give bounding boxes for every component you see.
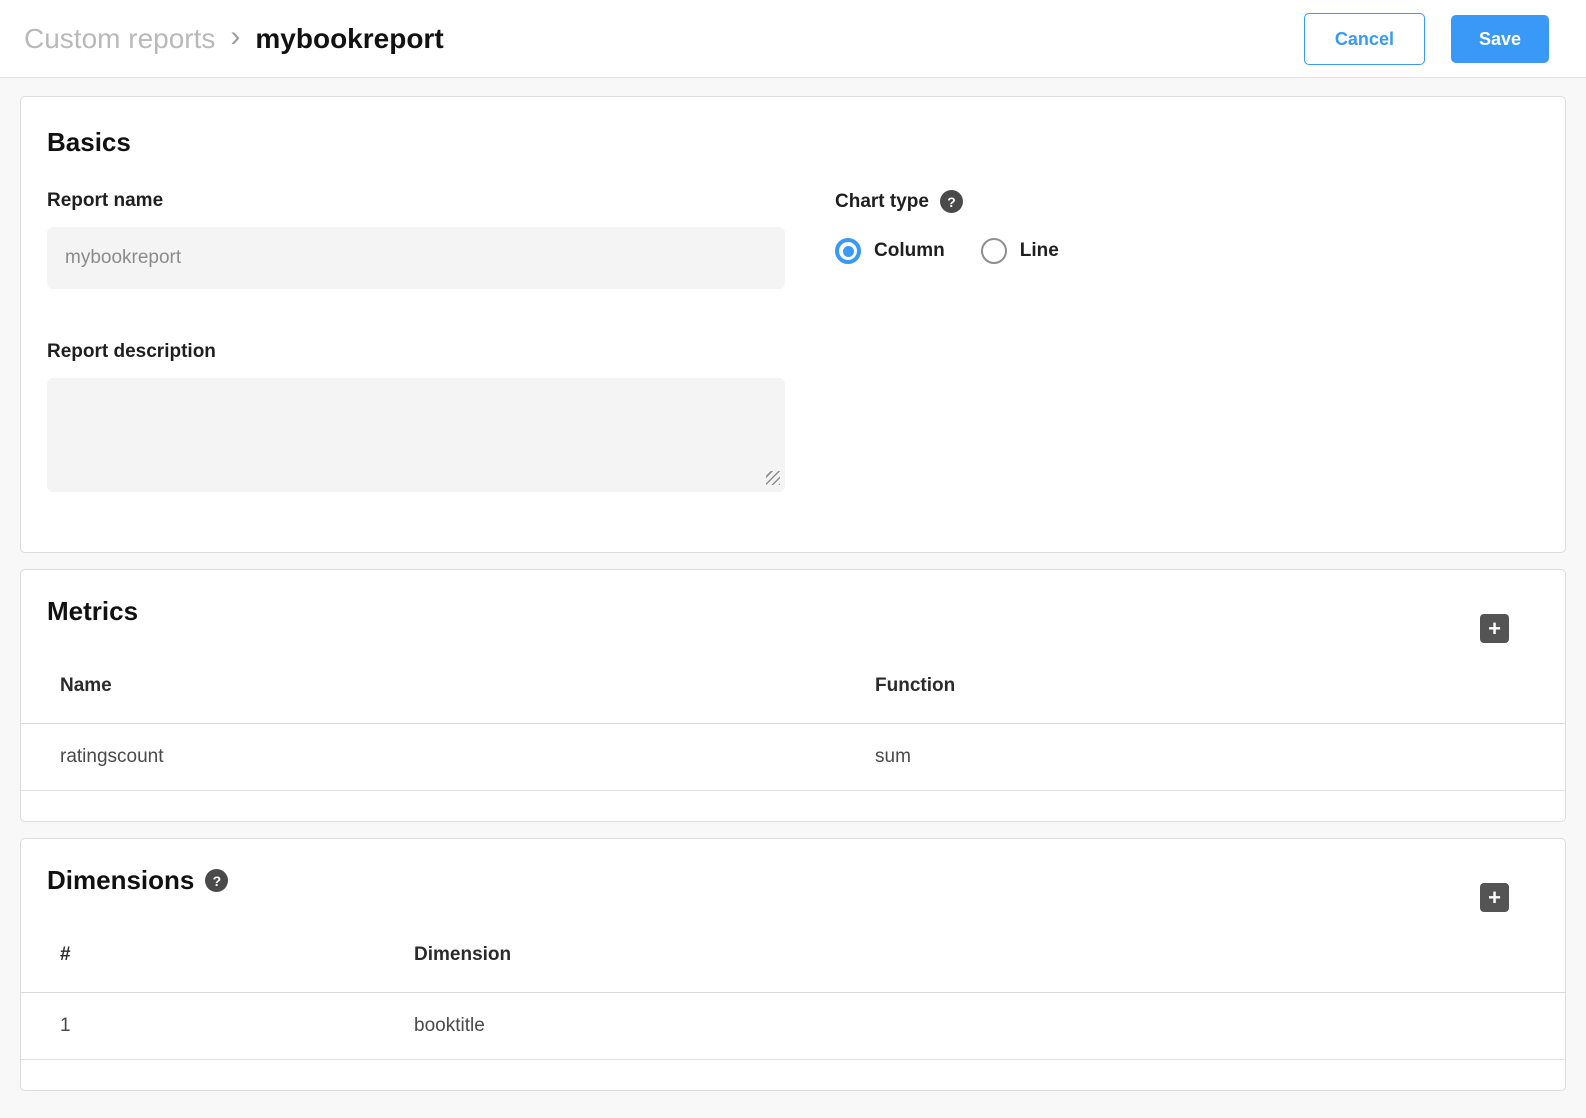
report-name-label: Report name: [47, 190, 785, 212]
metrics-table-header: Name Function: [21, 647, 1565, 724]
breadcrumb-current: mybookreport: [255, 23, 443, 55]
metrics-card-head: Metrics +: [21, 570, 1565, 643]
metrics-table: Name Function ratingscount sum: [21, 647, 1565, 791]
dimensions-header-dimension: Dimension: [414, 944, 1565, 966]
chevron-right-icon: ›: [230, 20, 240, 54]
metric-name-cell: ratingscount: [60, 746, 875, 768]
resize-handle-icon[interactable]: [766, 471, 780, 485]
help-icon[interactable]: ?: [940, 190, 963, 213]
help-icon[interactable]: ?: [205, 869, 228, 892]
report-description-textarea[interactable]: [47, 378, 785, 492]
basics-card: Basics Report name Report description Ch…: [20, 96, 1566, 553]
basics-title: Basics: [47, 127, 1539, 158]
breadcrumb: Custom reports › mybookreport: [24, 22, 444, 56]
dimensions-table-row[interactable]: 1 booktitle: [21, 993, 1565, 1060]
dimensions-table-header: # Dimension: [21, 916, 1565, 993]
metric-function-cell: sum: [875, 746, 1565, 768]
metrics-header-name: Name: [60, 675, 875, 697]
dimensions-title: Dimensions: [47, 865, 194, 896]
save-button[interactable]: Save: [1451, 15, 1549, 63]
cancel-button[interactable]: Cancel: [1304, 13, 1425, 65]
main-content: Basics Report name Report description Ch…: [0, 78, 1586, 1091]
basics-right-column: Chart type ? Column Line: [835, 190, 1539, 264]
metrics-title: Metrics: [47, 596, 138, 627]
chart-type-radio-group: Column Line: [835, 238, 1539, 264]
dimensions-title-row: Dimensions ?: [47, 865, 228, 896]
chart-type-column-radio[interactable]: Column: [835, 238, 945, 264]
dimensions-card-head: Dimensions ? +: [21, 839, 1565, 912]
header: Custom reports › mybookreport Cancel Sav…: [0, 0, 1586, 78]
basics-left-column: Report name Report description: [47, 190, 785, 492]
metrics-card: Metrics + Name Function ratingscount sum: [20, 569, 1566, 822]
report-name-input[interactable]: [47, 227, 785, 289]
dimensions-table: # Dimension 1 booktitle: [21, 916, 1565, 1060]
dimension-name-cell: booktitle: [414, 1015, 1565, 1037]
breadcrumb-parent-link[interactable]: Custom reports: [24, 23, 215, 55]
chart-type-label: Chart type: [835, 191, 929, 213]
metrics-title-row: Metrics: [47, 596, 138, 627]
header-actions: Cancel Save: [1304, 13, 1549, 65]
chart-type-line-radio[interactable]: Line: [981, 238, 1059, 264]
add-dimension-button[interactable]: +: [1480, 883, 1509, 912]
radio-button-icon: [835, 238, 861, 264]
metrics-table-row[interactable]: ratingscount sum: [21, 724, 1565, 791]
radio-button-icon: [981, 238, 1007, 264]
report-description-label: Report description: [47, 341, 785, 363]
chart-type-line-label: Line: [1020, 240, 1059, 262]
metrics-header-function: Function: [875, 675, 1565, 697]
report-description-field: Report description: [47, 341, 785, 492]
chart-type-label-row: Chart type ?: [835, 190, 1539, 213]
basics-grid: Report name Report description Chart typ…: [47, 190, 1539, 492]
add-metric-button[interactable]: +: [1480, 614, 1509, 643]
chart-type-column-label: Column: [874, 240, 945, 262]
dimension-index-cell: 1: [60, 1015, 414, 1037]
dimensions-card: Dimensions ? + # Dimension 1 booktitle: [20, 838, 1566, 1091]
dimensions-header-index: #: [60, 944, 414, 966]
report-description-wrap: [47, 378, 785, 492]
